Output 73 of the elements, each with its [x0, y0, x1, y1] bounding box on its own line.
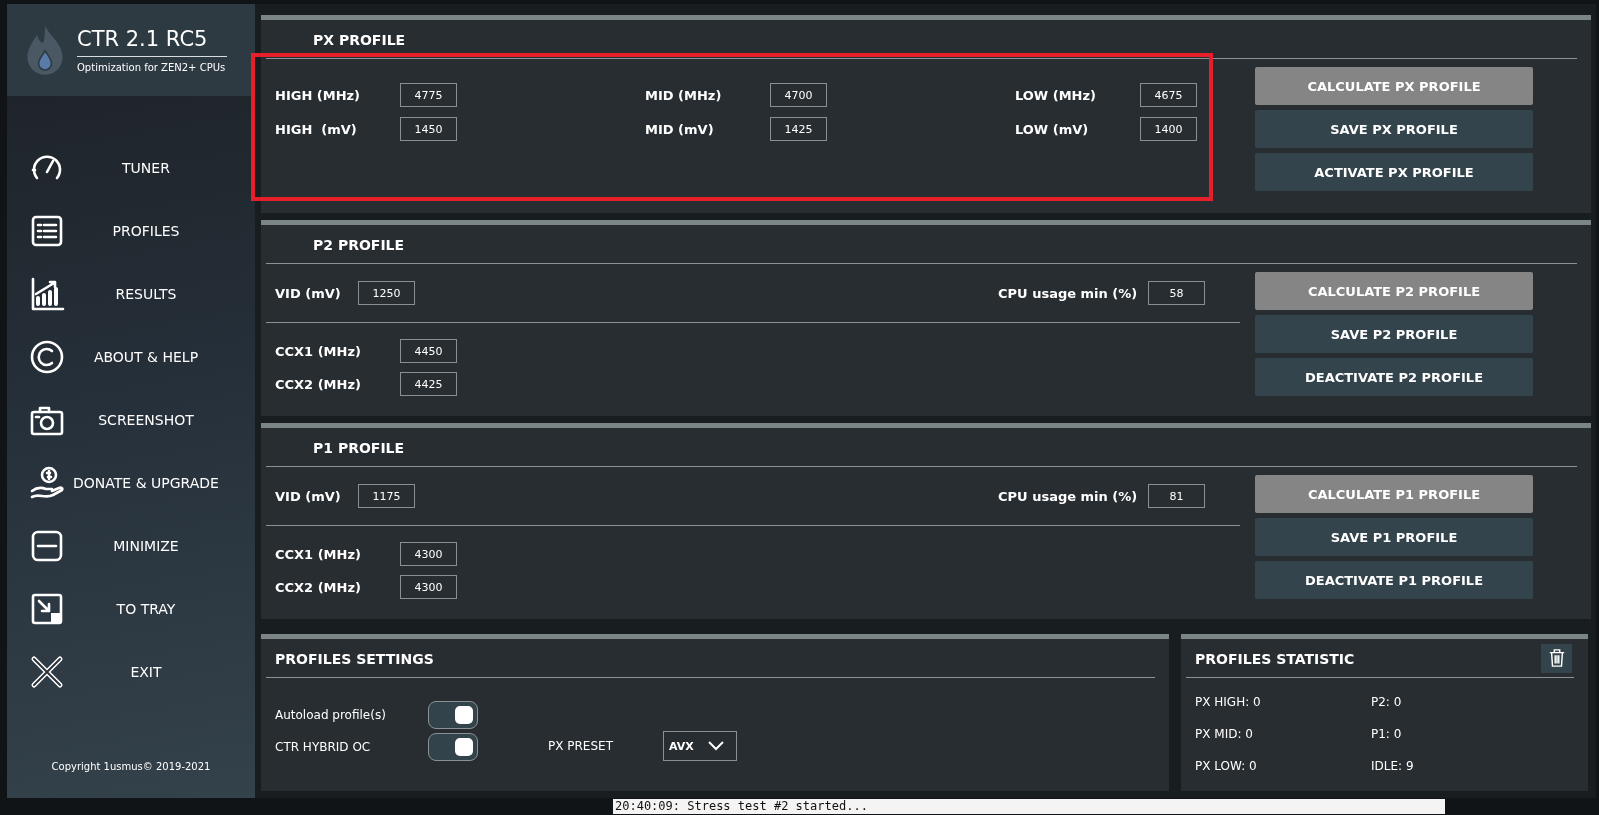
input-field[interactable]: 1175 — [358, 484, 415, 508]
field-label: CCX1 (MHz) — [275, 546, 362, 562]
action-button[interactable]: SAVE P1 PROFILE — [1255, 518, 1533, 556]
field-label: HIGH (MHz) — [275, 87, 362, 103]
panel-title: P1 PROFILE — [313, 439, 405, 458]
field-label: MID (mV) — [645, 121, 715, 137]
nav-item[interactable]: MINIMIZE — [7, 514, 255, 577]
field-label: VID (mV) — [275, 285, 342, 301]
nav-item[interactable]: TO TRAY — [7, 577, 255, 640]
field-label: CPU usage min (%) — [998, 285, 1139, 301]
action-button[interactable]: DEACTIVATE P1 PROFILE — [1255, 561, 1533, 599]
statistic-text: PX HIGH: 0 — [1195, 695, 1262, 709]
panel-title: PROFILES STATISTIC — [1195, 650, 1355, 669]
statistic-text: P1: 0 — [1371, 727, 1403, 741]
coin-hand-icon — [29, 464, 65, 501]
input-field[interactable]: 4675 — [1140, 83, 1197, 107]
input-field[interactable]: 4700 — [770, 83, 827, 107]
calculate-button[interactable]: CALCULATE P2 PROFILE — [1255, 272, 1533, 310]
input-field[interactable]: 1400 — [1140, 117, 1197, 141]
nav-item[interactable]: PROFILES — [7, 199, 255, 262]
field-label: LOW (MHz) — [1015, 87, 1097, 103]
action-button[interactable]: SAVE P2 PROFILE — [1255, 315, 1533, 353]
panel-title: P2 PROFILE — [313, 236, 405, 255]
input-field[interactable]: 4300 — [400, 542, 457, 566]
input-field[interactable]: 1250 — [358, 281, 415, 305]
close-icon — [29, 653, 65, 690]
statistic-text: PX MID: 0 — [1195, 727, 1254, 741]
field-label: MID (MHz) — [645, 87, 723, 103]
field-label: VID (mV) — [275, 488, 342, 504]
statistic-text: IDLE: 9 — [1371, 759, 1415, 773]
field-label: CCX2 (MHz) — [275, 376, 362, 392]
statistic-text: P2: 0 — [1371, 695, 1403, 709]
nav-item[interactable]: RESULTS — [7, 262, 255, 325]
nav-item[interactable]: DONATE & UPGRADE — [7, 451, 255, 514]
calculate-button[interactable]: CALCULATE P1 PROFILE — [1255, 475, 1533, 513]
input-field[interactable]: 4450 — [400, 339, 457, 363]
nav-item[interactable]: ABOUT & HELP — [7, 325, 255, 388]
calculate-button[interactable]: CALCULATE PX PROFILE — [1255, 67, 1533, 105]
trash-icon — [1547, 648, 1566, 668]
app-title: CTR 2.1 RC5 — [77, 27, 227, 57]
app-subtitle: Optimization for ZEN2+ CPUs — [77, 62, 227, 73]
panel-title: PX PROFILE — [313, 31, 406, 50]
field-label: LOW (mV) — [1015, 121, 1090, 137]
toggle-switch[interactable] — [428, 733, 478, 761]
field-label: CPU usage min (%) — [998, 488, 1139, 504]
input-field[interactable]: 1450 — [400, 117, 457, 141]
input-field[interactable]: 4300 — [400, 575, 457, 599]
toggle-switch[interactable] — [428, 701, 478, 729]
action-button[interactable]: SAVE PX PROFILE — [1255, 110, 1533, 148]
input-field[interactable]: 81 — [1148, 484, 1205, 508]
input-field[interactable]: 1425 — [770, 117, 827, 141]
preset-label: PX PRESET — [548, 739, 614, 753]
delete-button[interactable] — [1541, 643, 1572, 673]
input-field[interactable]: 4425 — [400, 372, 457, 396]
statistic-text: PX LOW: 0 — [1195, 759, 1258, 773]
preset-dropdown[interactable]: AVX — [663, 731, 737, 761]
copyright-icon — [29, 338, 65, 375]
field-label: CCX1 (MHz) — [275, 343, 362, 359]
action-button[interactable]: DEACTIVATE P2 PROFILE — [1255, 358, 1533, 396]
action-button[interactable]: ACTIVATE PX PROFILE — [1255, 153, 1533, 191]
toggle-label: Autoload profile(s) — [275, 708, 387, 722]
field-label: CCX2 (MHz) — [275, 579, 362, 595]
chevron-down-icon — [707, 741, 724, 751]
nav-item[interactable]: SCREENSHOT — [7, 388, 255, 451]
input-field[interactable]: 4775 — [400, 83, 457, 107]
nav-item[interactable]: TUNER — [7, 136, 255, 199]
copyright-text: Copyright 1usmus© 2019-2021 — [50, 761, 212, 772]
input-field[interactable]: 58 — [1148, 281, 1205, 305]
nav-item[interactable]: EXIT — [7, 640, 255, 703]
toggle-label: CTR HYBRID OC — [275, 740, 372, 754]
chart-icon — [29, 275, 65, 312]
panel-title: PROFILES SETTINGS — [275, 650, 434, 669]
field-label: HIGH (mV) — [275, 121, 358, 137]
